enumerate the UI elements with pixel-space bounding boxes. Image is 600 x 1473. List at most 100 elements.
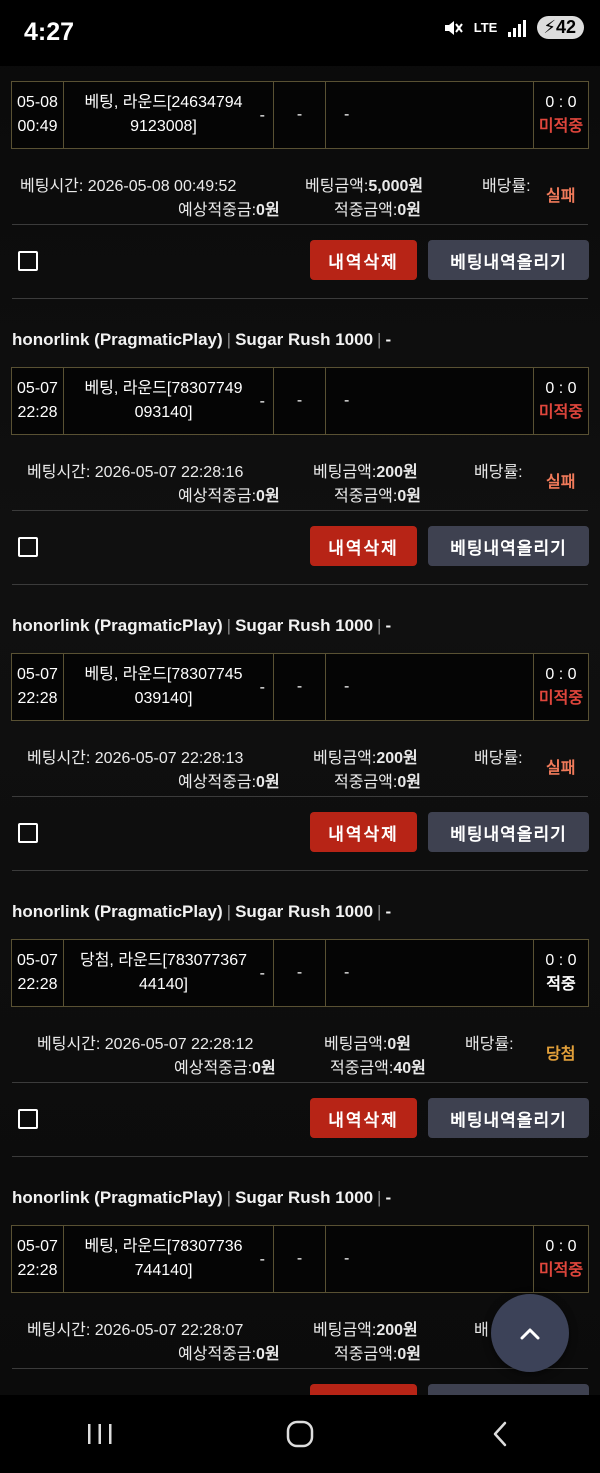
bet-date-cell: 05-07 22:28 — [12, 1226, 64, 1292]
result-label: 적중 — [546, 976, 576, 993]
bet-history-list: honorlink (PragmaticPlay Live)|Korean Sp… — [0, 0, 600, 1395]
scroll-top-button[interactable] — [491, 1294, 569, 1372]
select-checkbox[interactable] — [18, 251, 38, 271]
system-nav-bar — [0, 1395, 600, 1473]
provider-name: honorlink (PragmaticPlay) — [12, 330, 223, 349]
upload-history-button[interactable]: 베팅내역올리기 — [428, 240, 589, 280]
back-button[interactable] — [470, 1404, 530, 1464]
round-info-line2: 744140] — [134, 1262, 193, 1279]
select-checkbox[interactable] — [18, 823, 38, 843]
game-name: Sugar Rush 1000 — [235, 1188, 374, 1207]
round-info-cell: 베팅, 라운드[78307745 039140] - — [64, 654, 274, 720]
round-dash: - — [259, 107, 265, 124]
provider-name: honorlink (PragmaticPlay) — [12, 616, 223, 635]
upload-history-button[interactable]: 베팅내역올리기 — [428, 526, 589, 566]
round-info-cell: 베팅, 라운드[78307736 744140] - — [64, 1226, 274, 1292]
game-name: Sugar Rush 1000 — [235, 902, 374, 921]
round-info-line1: 베팅, 라운드[78307745 — [84, 666, 243, 683]
card-title: honorlink (PragmaticPlay) | Sugar Rush 100… — [12, 330, 391, 362]
bet-time: 베팅시간: 2026-05-07 22:28:16 — [27, 464, 244, 481]
bet-row: 05-07 22:28 베팅, 라운드[78307745 039140] - -… — [11, 653, 589, 721]
bet-amount-label: 베팅금액: — [305, 178, 369, 195]
score-cell: 0 : 0 적중 — [534, 940, 588, 1006]
upload-history-button[interactable]: 베팅내역올리기 — [428, 1384, 589, 1395]
win-label: 적중금액: — [334, 1346, 398, 1363]
score: 0 : 0 — [545, 952, 577, 969]
bet-clock: 22:28 — [17, 404, 58, 421]
bet-amount: 베팅금액:200원 — [313, 458, 418, 482]
bet-amount-label: 베팅금액: — [313, 750, 377, 767]
expected-win: 예상적중금:0원 — [178, 1340, 280, 1364]
expected-win: 예상적중금:0원 — [178, 196, 280, 220]
title-suffix: - — [385, 616, 392, 635]
cell-value: - — [344, 106, 350, 123]
divider — [12, 298, 588, 299]
delete-history-button[interactable]: 내역삭제 — [310, 812, 417, 852]
recent-apps-button[interactable] — [70, 1404, 130, 1464]
bet-date: 05-07 — [17, 1238, 58, 1255]
win-label: 적중금액: — [334, 774, 398, 791]
cell-value: - — [344, 1250, 350, 1267]
expected-label: 예상적중금: — [174, 1060, 253, 1077]
cell-value: - — [344, 392, 350, 409]
expected-value: 0원 — [256, 1346, 280, 1363]
round-dash: - — [259, 679, 265, 696]
odds-label: 배당률: — [482, 178, 531, 195]
delete-history-button[interactable]: 내역삭제 — [310, 1384, 417, 1395]
win-amount: 적중금액:0원 — [334, 1340, 421, 1364]
win-amount: 적중금액:0원 — [334, 196, 421, 220]
provider-name: honorlink (PragmaticPlay) — [12, 1188, 223, 1207]
delete-history-button[interactable]: 내역삭제 — [310, 526, 417, 566]
bet-time: 베팅시간: 2026-05-08 00:49:52 — [20, 178, 237, 195]
upload-history-button[interactable]: 베팅내역올리기 — [428, 812, 589, 852]
title-separator: | — [226, 902, 232, 921]
status-badge: 실패 — [546, 760, 576, 777]
card-actions: 내역삭제 베팅내역올리기 — [0, 812, 600, 856]
win-value: 0원 — [397, 774, 421, 791]
expected-value: 0원 — [256, 488, 280, 505]
card-actions: 내역삭제 베팅내역올리기 — [0, 240, 600, 284]
odds-label: 배 — [474, 1322, 489, 1339]
select-checkbox[interactable] — [18, 537, 38, 557]
status-badge: 당첨 — [546, 1046, 576, 1063]
bet-amount-value: 0원 — [387, 1036, 411, 1053]
bet-date-cell: 05-08 00:49 — [12, 82, 64, 148]
round-info-line1: 베팅, 라운드[24634794 — [84, 94, 243, 111]
select-checkbox[interactable] — [18, 1109, 38, 1129]
bet-history-card: honorlink (PragmaticPlay) | Sugar Rush 100… — [0, 902, 600, 1188]
delete-history-button[interactable]: 내역삭제 — [310, 240, 417, 280]
result-label: 미적중 — [538, 690, 584, 707]
home-button[interactable] — [270, 1404, 330, 1464]
status-icons: LTE ⚡42 — [442, 16, 584, 39]
recent-apps-icon — [88, 1424, 112, 1444]
delete-history-button[interactable]: 내역삭제 — [310, 1098, 417, 1138]
bet-row: 05-07 22:28 당첨, 라운드[783077367 44140] - -… — [11, 939, 589, 1007]
bet-detail: 베팅시간: 2026-05-07 22:28:16 베팅금액:200원 배당률:… — [0, 442, 600, 514]
result-label: 미적중 — [538, 1262, 584, 1279]
expected-value: 0원 — [252, 1060, 276, 1077]
title-separator: | — [377, 616, 382, 635]
bet-time: 베팅시간: 2026-05-07 22:28:12 — [37, 1036, 254, 1053]
bet-amount-value: 200원 — [376, 750, 418, 767]
title-separator: | — [377, 902, 382, 921]
win-amount: 적중금액:0원 — [334, 768, 421, 792]
cell-value: - — [296, 678, 303, 695]
score: 0 : 0 — [545, 1238, 577, 1255]
upload-history-button[interactable]: 베팅내역올리기 — [428, 1098, 589, 1138]
expected-label: 예상적중금: — [178, 488, 257, 505]
bet-history-card: honorlink (PragmaticPlay Live)|Korean Sp… — [0, 44, 600, 330]
bet-amount-label: 베팅금액: — [313, 464, 377, 481]
odds-label: 배당률: — [474, 464, 523, 481]
bet-detail: 베팅시간: 2026-05-07 22:28:12 베팅금액:0원 배당률: 예… — [0, 1014, 600, 1086]
expected-label: 예상적중금: — [178, 774, 257, 791]
expected-value: 0원 — [256, 202, 280, 219]
title-suffix: - — [385, 330, 392, 349]
win-value: 0원 — [397, 488, 421, 505]
back-icon — [493, 1421, 507, 1447]
round-info-line2: 9123008] — [130, 118, 197, 135]
expected-win: 예상적중금:0원 — [174, 1054, 276, 1078]
signal-icon — [508, 19, 527, 37]
empty-cell: - — [274, 1226, 326, 1292]
round-info-line2: 44140] — [139, 976, 188, 993]
bet-detail: 베팅시간: 2026-05-07 22:28:13 베팅금액:200원 배당률:… — [0, 728, 600, 800]
